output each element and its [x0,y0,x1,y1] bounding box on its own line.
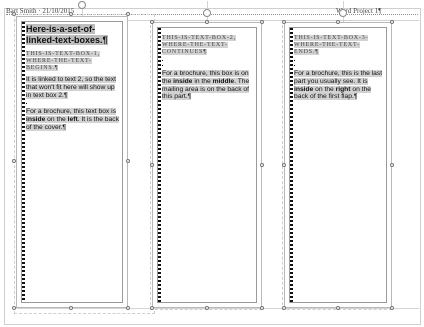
text-box-2-empty-marker-1 [162,60,163,61]
handle-dot[interactable] [390,20,394,24]
text-box-1-paragraph-2: For a brochure, this text box is inside … [26,108,120,131]
text-box-1-paragraph-2-text-d: left [67,116,78,124]
text-box-1-dotted-gutter [22,22,25,302]
text-box-1-title: Here-is-a-set-of-linked-text-boxes.¶ [26,24,108,45]
text-box-2-caps-text: THIS-IS-TEXT-BOX-2, WHERE-THE-TEXT-CONTI… [162,35,236,55]
text-box-1-caps-text: THIS-IS-TEXT-BOX-1, WHERE-THE-TEXT-BEGIN… [26,51,100,71]
text-box-2-paragraph-text-c: in the [192,77,213,85]
handle-dot[interactable] [150,306,154,310]
text-box-2-caps-label: THIS-IS-TEXT-BOX-2, WHERE-THE-TEXT-CONTI… [162,35,254,56]
text-box-1-inner-frame: Here-is-a-set-of-linked-text-boxes.¶ THI… [21,21,123,303]
text-box-1-caps-label: THIS-IS-TEXT-BOX-1, WHERE-THE-TEXT-BEGIN… [26,51,120,72]
text-box-3-paragraph: For a brochure, this is the last part yo… [294,70,384,101]
text-box-3-caps-text: THIS-IS-TEXT-BOX-3-WHERE-THE-TEXT-ENDS.¶ [294,35,369,55]
handle-dot[interactable] [126,306,130,310]
handle-dot[interactable] [12,306,16,310]
text-box-2-empty-marker-2 [162,65,163,66]
anchor-icon[interactable] [203,9,211,17]
text-box-1[interactable]: Here-is-a-set-of-linked-text-boxes.¶ THI… [16,16,128,308]
handle-dot[interactable] [126,159,130,163]
text-box-3[interactable]: THIS-IS-TEXT-BOX-3-WHERE-THE-TEXT-ENDS.¶… [284,22,392,308]
handle-dot[interactable] [12,159,16,163]
text-box-1-paragraph-2-text-b: inside [26,116,46,124]
handle-dot[interactable] [260,20,264,24]
text-box-1-content: Here-is-a-set-of-linked-text-boxes.¶ THI… [26,24,120,132]
text-box-3-paragraph-text-d: right [335,85,351,93]
anchor-icon[interactable] [339,9,347,17]
text-box-1-paragraph-2-text-a: For a brochure, this text box is [26,108,116,116]
handle-dot[interactable] [205,20,209,24]
handle-dot[interactable] [12,12,16,16]
handle-dot[interactable] [205,306,209,310]
handle-dot[interactable] [282,20,286,24]
text-box-3-content: THIS-IS-TEXT-BOX-3-WHERE-THE-TEXT-ENDS.¶… [294,30,384,101]
text-box-3-inner-frame: THIS-IS-TEXT-BOX-3-WHERE-THE-TEXT-ENDS.¶… [289,27,387,303]
handle-dot[interactable] [336,20,340,24]
handle-dot[interactable] [260,306,264,310]
text-box-3-caps-label: THIS-IS-TEXT-BOX-3-WHERE-THE-TEXT-ENDS.¶ [294,35,384,56]
handle-dot[interactable] [336,306,340,310]
text-box-3-dotted-gutter [290,28,293,302]
text-box-1-paragraph-1-text: It is linked to text 2, so the text that… [26,76,116,99]
text-box-3-paragraph-text-c: on the [313,85,336,93]
text-box-2-paragraph-text-d: middle [212,77,235,85]
text-box-1-paragraph-1: It is linked to text 2, so the text that… [26,76,120,99]
text-box-2-paragraph: For a brochure, this box is on the insid… [162,70,254,101]
text-box-2-dotted-gutter [158,28,161,302]
text-box-1-paragraph-2-text-c: on the [45,116,68,124]
handle-dot[interactable] [282,163,286,167]
text-box-3-empty-marker-2 [294,65,295,66]
handle-dot[interactable] [126,12,130,16]
handle-dot[interactable] [260,163,264,167]
text-box-3-paragraph-text-a: For a brochure, this is the last part yo… [294,70,383,85]
handle-dot[interactable] [282,306,286,310]
text-box-2-content: THIS-IS-TEXT-BOX-2, WHERE-THE-TEXT-CONTI… [162,30,254,101]
handle-dot[interactable] [150,20,154,24]
anchor-icon[interactable] [78,1,86,9]
text-box-3-paragraph-text-b: inside [294,85,314,93]
text-box-2-inner-frame: THIS-IS-TEXT-BOX-2, WHERE-THE-TEXT-CONTI… [157,27,257,303]
text-box-2[interactable]: THIS-IS-TEXT-BOX-2, WHERE-THE-TEXT-CONTI… [152,22,262,308]
handle-dot[interactable] [150,163,154,167]
handle-dot[interactable] [390,306,394,310]
handle-dot[interactable] [390,163,394,167]
text-box-3-empty-marker-1 [294,60,295,61]
text-box-2-paragraph-text-b: inside [173,77,193,85]
text-box-1-empty-marker [26,103,27,105]
handle-dot[interactable] [69,306,73,310]
handle-dot[interactable] [69,12,73,16]
